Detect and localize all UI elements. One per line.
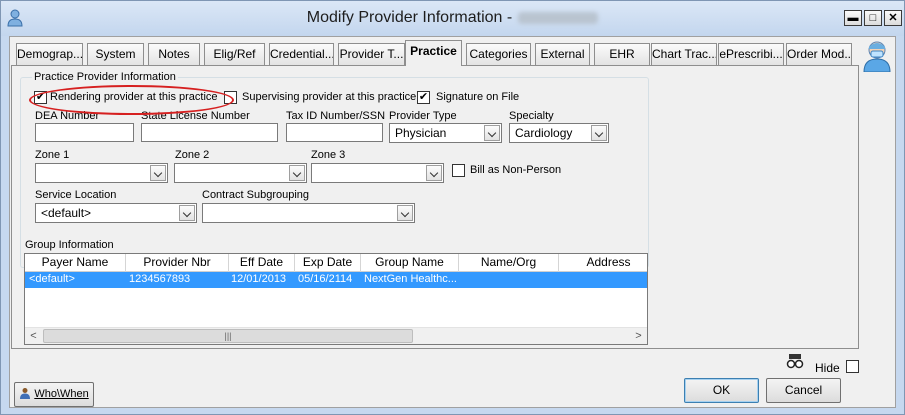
- hide-checkbox[interactable]: [846, 360, 859, 373]
- cell-name-org: [462, 272, 558, 288]
- window-title: Modify Provider Information -: [1, 9, 904, 27]
- cell-group-name: NextGen Healthc...: [364, 273, 457, 285]
- chevron-down-icon[interactable]: [289, 165, 305, 181]
- chevron-down-icon[interactable]: [397, 205, 413, 221]
- ok-button[interactable]: OK: [684, 378, 759, 403]
- service-location-select[interactable]: <default>: [35, 203, 197, 223]
- grid-header: Payer Name Provider Nbr Eff Date Exp Dat…: [25, 254, 647, 272]
- title-bar: Modify Provider Information - ▬ □ ✕: [1, 1, 904, 36]
- tab-system[interactable]: System: [87, 43, 144, 65]
- tab-chart-tracking[interactable]: Chart Trac...: [651, 43, 717, 65]
- tax-id-label: Tax ID Number/SSN: [286, 110, 386, 122]
- tab-eprescribing[interactable]: ePrescribi...: [718, 43, 784, 65]
- tab-external[interactable]: External: [535, 43, 590, 65]
- tab-categories[interactable]: Categories: [466, 43, 531, 65]
- col-exp-date[interactable]: Exp Date: [295, 254, 361, 272]
- tab-credentials[interactable]: Credential...: [269, 43, 334, 65]
- cell-payer-name: <default>: [29, 273, 75, 285]
- hide-label: Hide: [815, 361, 840, 375]
- group-information-grid[interactable]: Payer Name Provider Nbr Eff Date Exp Dat…: [24, 253, 648, 345]
- chevron-down-icon[interactable]: [179, 205, 195, 221]
- tab-order-module[interactable]: Order Mod...: [786, 43, 852, 65]
- provider-type-label: Provider Type: [389, 110, 457, 122]
- practice-group-title: Practice Provider Information: [32, 71, 178, 83]
- dialog-client: Demograp... System Notes Elig/Ref Creden…: [9, 36, 896, 408]
- window-title-text: Modify Provider Information -: [306, 9, 513, 26]
- col-name-org[interactable]: Name/Org: [459, 254, 559, 272]
- scroll-left-icon[interactable]: <: [25, 328, 42, 344]
- signature-on-file-checkbox[interactable]: ✔: [417, 91, 430, 104]
- chevron-down-icon[interactable]: [426, 165, 442, 181]
- service-location-label: Service Location: [35, 189, 117, 201]
- tab-provider-type[interactable]: Provider T...: [338, 43, 405, 65]
- chevron-down-icon[interactable]: [150, 165, 166, 181]
- col-address[interactable]: Address: [559, 254, 647, 272]
- chevron-down-icon[interactable]: [484, 125, 500, 141]
- bill-non-person-checkbox[interactable]: [452, 164, 465, 177]
- cell-exp-date: 05/16/2114: [298, 273, 353, 285]
- minimize-button[interactable]: ▬: [844, 10, 862, 26]
- bill-non-person-label: Bill as Non-Person: [470, 164, 562, 176]
- maximize-button[interactable]: □: [864, 10, 882, 26]
- signature-on-file-label: Signature on File: [436, 91, 520, 103]
- cell-provider-nbr: 1234567893: [129, 273, 191, 285]
- tab-demographics[interactable]: Demograp...: [16, 43, 83, 65]
- contract-subgrouping-select[interactable]: [202, 203, 415, 223]
- tab-elig-ref[interactable]: Elig/Ref: [204, 43, 265, 65]
- group-information-label: Group Information: [25, 239, 114, 251]
- supervising-provider-label: Supervising provider at this practice: [242, 91, 417, 103]
- close-button[interactable]: ✕: [884, 10, 902, 26]
- col-provider-nbr[interactable]: Provider Nbr: [126, 254, 229, 272]
- provider-type-value: Physician: [395, 126, 447, 140]
- cell-address: [562, 272, 647, 288]
- col-group-name[interactable]: Group Name: [361, 254, 459, 272]
- col-eff-date[interactable]: Eff Date: [229, 254, 295, 272]
- service-location-value: <default>: [41, 206, 92, 220]
- scroll-right-icon[interactable]: >: [630, 328, 647, 344]
- specialty-select[interactable]: Cardiology: [509, 123, 609, 143]
- zone3-label: Zone 3: [311, 149, 346, 161]
- provider-type-select[interactable]: Physician: [389, 123, 502, 143]
- zone2-label: Zone 2: [175, 149, 210, 161]
- zone1-select[interactable]: [35, 163, 168, 183]
- state-license-input[interactable]: [141, 123, 278, 142]
- scroll-thumb[interactable]: |||: [43, 329, 413, 343]
- tab-ehr[interactable]: EHR: [594, 43, 650, 65]
- zone2-select[interactable]: [174, 163, 307, 183]
- specialty-value: Cardiology: [515, 126, 573, 140]
- cell-eff-date: 12/01/2013: [231, 273, 287, 285]
- provider-dialog: Modify Provider Information - ▬ □ ✕ Demo…: [0, 0, 905, 415]
- horizontal-scrollbar[interactable]: < ||| >: [25, 327, 647, 344]
- user-icon: [20, 388, 31, 399]
- contract-subgrouping-label: Contract Subgrouping: [202, 189, 310, 201]
- tab-notes[interactable]: Notes: [148, 43, 200, 65]
- who-when-button[interactable]: Who\When: [14, 382, 94, 407]
- cancel-button[interactable]: Cancel: [766, 378, 841, 403]
- redacted-name: [518, 11, 599, 24]
- zone1-label: Zone 1: [35, 149, 70, 161]
- col-payer-name[interactable]: Payer Name: [25, 254, 126, 272]
- tab-practice[interactable]: Practice: [405, 40, 462, 66]
- specialty-label: Specialty: [509, 110, 554, 122]
- chevron-down-icon[interactable]: [591, 125, 607, 141]
- highlight-annotation: [29, 85, 234, 115]
- zone3-select[interactable]: [311, 163, 444, 183]
- glasses-icon: [786, 354, 804, 369]
- table-row[interactable]: <default> 1234567893 12/01/2013 05/16/21…: [25, 272, 647, 288]
- tax-id-input[interactable]: [286, 123, 383, 142]
- who-when-label: Who\When: [34, 388, 89, 400]
- doctor-icon: [863, 41, 891, 72]
- dea-number-input[interactable]: [35, 123, 134, 142]
